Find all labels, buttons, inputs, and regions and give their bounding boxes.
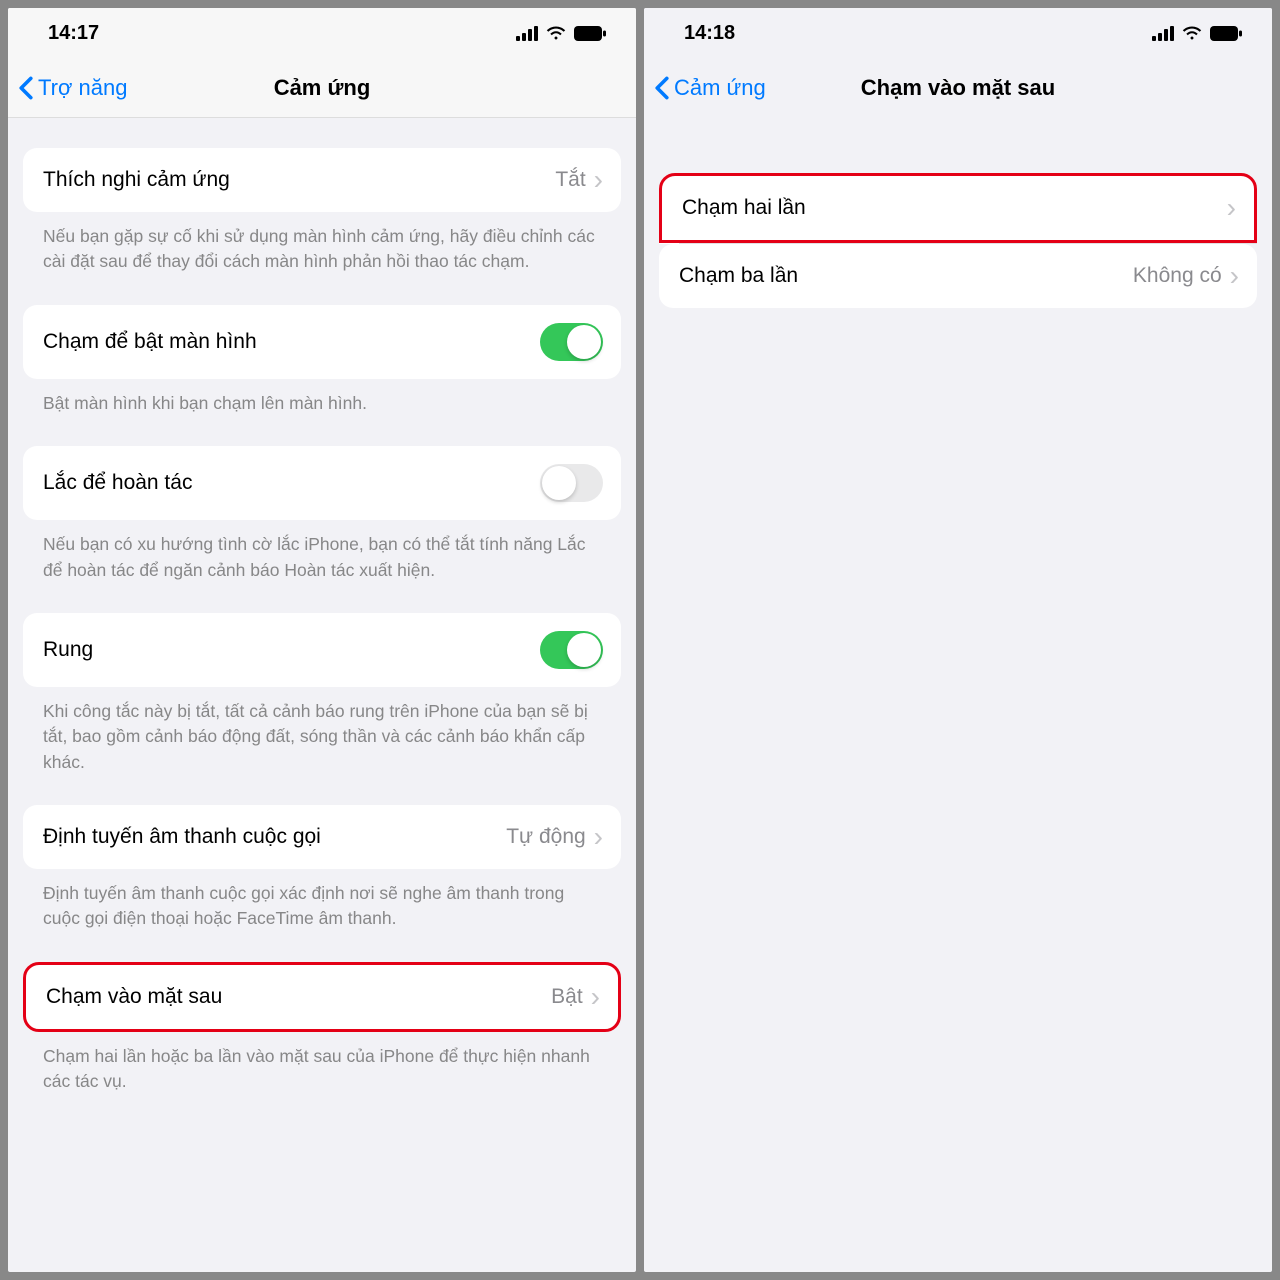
group-shake-undo: Lắc để hoàn tác Nếu bạn có xu hướng tình… <box>23 446 621 583</box>
content: Thích nghi cảm ứng Tắt › Nếu bạn gặp sự c… <box>8 118 636 1272</box>
status-icons <box>1152 25 1242 41</box>
row-label: Định tuyến âm thanh cuộc gọi <box>43 825 506 849</box>
toggle-shake-undo[interactable] <box>540 464 603 502</box>
toggle-vibration[interactable] <box>540 631 603 669</box>
group-back-tap: Chạm vào mặt sau Bật › Chạm hai lần hoặc … <box>23 962 621 1095</box>
row-label: Lắc để hoàn tác <box>43 471 540 495</box>
group-touch-adapt: Thích nghi cảm ứng Tắt › Nếu bạn gặp sự c… <box>23 148 621 275</box>
content: Chạm hai lần › Chạm ba lần Không có › <box>644 118 1272 1272</box>
row-back-tap[interactable]: Chạm vào mặt sau Bật › <box>23 962 621 1032</box>
row-tap-to-wake[interactable]: Chạm để bật màn hình <box>23 305 621 379</box>
row-label: Chạm ba lần <box>679 264 1133 288</box>
status-time: 14:17 <box>48 22 99 45</box>
row-touch-accommodations[interactable]: Thích nghi cảm ứng Tắt › <box>23 148 621 212</box>
row-value: Tự động <box>506 825 585 849</box>
battery-icon <box>1210 26 1242 41</box>
back-label: Cảm ứng <box>674 75 766 101</box>
nav-bar: Cảm ứng Chạm vào mặt sau <box>644 58 1272 118</box>
nav-bar: Trợ năng Cảm ứng <box>8 58 636 118</box>
row-vibration[interactable]: Rung <box>23 613 621 687</box>
footer-text: Nếu bạn gặp sự cố khi sử dụng màn hình c… <box>23 212 621 275</box>
wifi-icon <box>545 25 567 41</box>
back-button[interactable]: Trợ năng <box>8 75 127 101</box>
footer-text: Khi công tắc này bị tắt, tất cả cảnh báo… <box>23 687 621 775</box>
row-triple-tap[interactable]: Chạm ba lần Không có › <box>659 244 1257 308</box>
row-value: Tắt <box>555 168 585 192</box>
row-value: Không có <box>1133 264 1222 288</box>
footer-text: Chạm hai lần hoặc ba lần vào mặt sau của… <box>23 1032 621 1095</box>
back-button[interactable]: Cảm ứng <box>644 75 766 101</box>
chevron-right-icon: › <box>1227 194 1236 222</box>
group-tap-to-wake: Chạm để bật màn hình Bật màn hình khi bạ… <box>23 305 621 416</box>
row-label: Chạm hai lần <box>682 196 1219 220</box>
row-label: Rung <box>43 638 540 662</box>
row-value: Bật <box>551 985 583 1009</box>
footer-text: Định tuyến âm thanh cuộc gọi xác định nơ… <box>23 869 621 932</box>
wifi-icon <box>1181 25 1203 41</box>
footer-text: Nếu bạn có xu hướng tình cờ lắc iPhone, … <box>23 520 621 583</box>
battery-icon <box>574 26 606 41</box>
status-bar: 14:17 <box>8 8 636 58</box>
row-label: Thích nghi cảm ứng <box>43 168 555 192</box>
back-label: Trợ năng <box>38 75 127 101</box>
chevron-right-icon: › <box>594 823 603 851</box>
group-audio-routing: Định tuyến âm thanh cuộc gọi Tự động › Đị… <box>23 805 621 932</box>
footer-text: Bật màn hình khi bạn chạm lên màn hình. <box>23 379 621 416</box>
row-label: Chạm để bật màn hình <box>43 330 540 354</box>
chevron-right-icon: › <box>594 166 603 194</box>
toggle-tap-to-wake[interactable] <box>540 323 603 361</box>
chevron-right-icon: › <box>591 983 600 1011</box>
row-audio-routing[interactable]: Định tuyến âm thanh cuộc gọi Tự động › <box>23 805 621 869</box>
row-double-tap[interactable]: Chạm hai lần › <box>659 173 1257 243</box>
group-vibration: Rung Khi công tắc này bị tắt, tất cả cản… <box>23 613 621 775</box>
cellular-icon <box>516 26 538 41</box>
group-back-tap-options: Chạm hai lần › Chạm ba lần Không có › <box>659 173 1257 308</box>
chevron-right-icon: › <box>1230 262 1239 290</box>
chevron-left-icon <box>18 76 34 100</box>
screen-back-tap: 14:18 Cảm ứng Chạm vào mặt sau Chạm hai … <box>644 8 1272 1272</box>
status-icons <box>516 25 606 41</box>
row-label: Chạm vào mặt sau <box>46 985 551 1009</box>
screen-touch-settings: 14:17 Trợ năng Cảm ứng Thích nghi cảm ứn… <box>8 8 636 1272</box>
row-shake-undo[interactable]: Lắc để hoàn tác <box>23 446 621 520</box>
status-bar: 14:18 <box>644 8 1272 58</box>
cellular-icon <box>1152 26 1174 41</box>
status-time: 14:18 <box>684 22 735 45</box>
chevron-left-icon <box>654 76 670 100</box>
